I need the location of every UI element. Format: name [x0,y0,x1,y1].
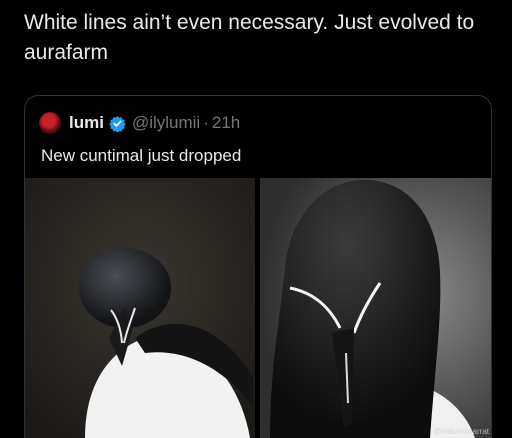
post-text: White lines ain’t even necessary. Just e… [24,11,475,64]
author-name[interactable]: lumi [69,113,104,133]
avatar[interactable] [39,112,61,134]
verified-badge-icon [109,115,126,132]
separator-dot: · [203,113,209,132]
razorbill-photo-left[interactable] [25,178,255,438]
quoted-post-header: lumi @ilylumii · 21h [39,112,240,134]
post-timestamp[interactable]: 21h [212,113,240,133]
quoted-post-card[interactable]: lumi @ilylumii · 21h New cuntimal just d… [24,95,492,438]
razorbill-photo-right[interactable]: @naturesnarrat [260,178,491,438]
quoted-post-text: New cuntimal just dropped [41,146,242,165]
author-handle[interactable]: @ilylumii [132,113,200,133]
photo-watermark: @naturesnarrat [433,427,489,436]
